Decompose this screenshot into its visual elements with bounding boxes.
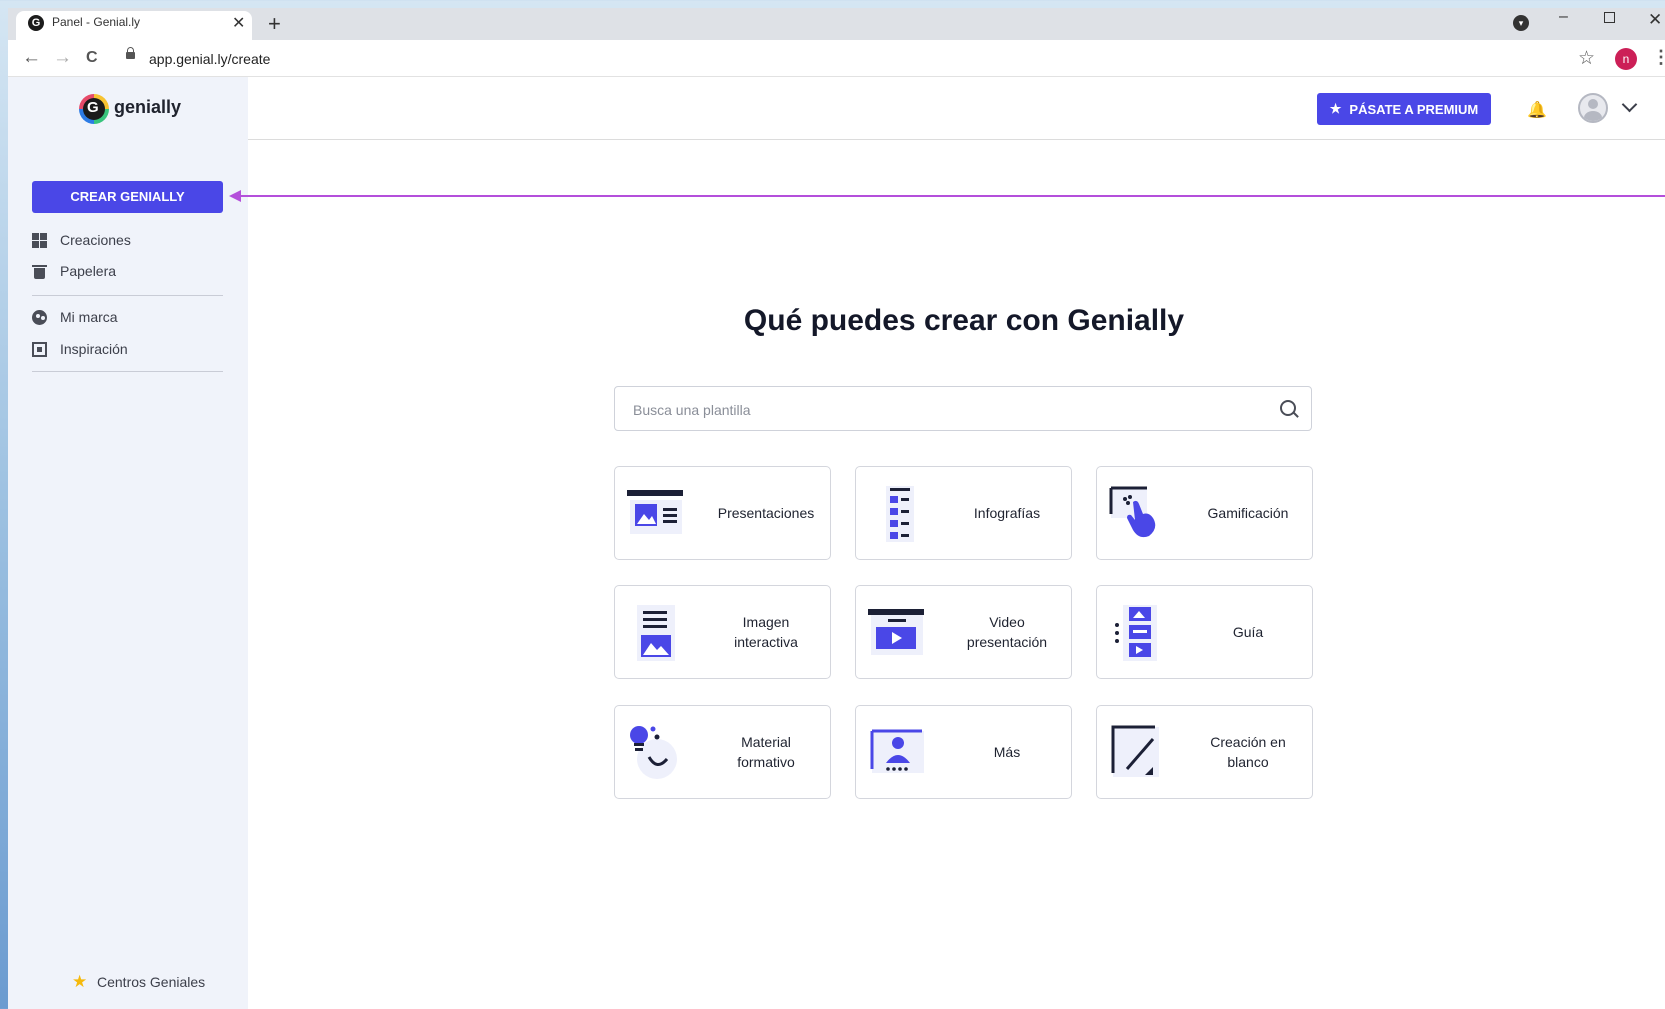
card-label: Video presentación bbox=[966, 614, 1048, 650]
tab-search-icon[interactable]: ▾ bbox=[1513, 15, 1529, 31]
card-presentaciones[interactable]: Presentaciones bbox=[614, 466, 831, 560]
card-creacion-en-blanco[interactable]: Creación en blanco bbox=[1096, 705, 1313, 799]
card-guia[interactable]: Guía bbox=[1096, 585, 1313, 679]
browser-tabstrip bbox=[8, 8, 1665, 40]
infographic-icon bbox=[886, 486, 914, 542]
card-imagen-interactiva[interactable]: Imagen interactiva bbox=[614, 585, 831, 679]
tab-title: Panel - Genial.ly bbox=[52, 15, 141, 29]
close-window-button[interactable]: ✕ bbox=[1648, 10, 1662, 30]
card-label: Creación en blanco bbox=[1210, 734, 1286, 770]
logo-text[interactable]: genially bbox=[114, 97, 181, 118]
annotation-arrow bbox=[238, 195, 1665, 197]
reload-button[interactable]: C bbox=[86, 49, 98, 67]
sidebar-item-label: Mi marca bbox=[60, 309, 118, 325]
sidebar-item-creaciones[interactable]: Creaciones bbox=[32, 230, 131, 250]
restore-window-button[interactable] bbox=[1604, 12, 1615, 23]
card-label: Gamificación bbox=[1207, 505, 1289, 521]
card-gamificacion[interactable]: Gamificación bbox=[1096, 466, 1313, 560]
training-material-icon bbox=[630, 726, 677, 779]
gamification-icon bbox=[1109, 486, 1156, 538]
lock-icon[interactable] bbox=[126, 47, 135, 59]
annotation-arrow-head bbox=[229, 190, 241, 202]
card-label: Más bbox=[993, 744, 1021, 760]
search-input[interactable] bbox=[631, 397, 1255, 423]
more-icon bbox=[870, 729, 924, 773]
sidebar-item-papelera[interactable]: Papelera bbox=[32, 261, 116, 281]
card-video-presentacion[interactable]: Video presentación bbox=[855, 585, 1072, 679]
genially-favicon-icon: G bbox=[28, 15, 44, 31]
grid-icon bbox=[32, 232, 47, 248]
star-icon: ★ bbox=[72, 972, 88, 991]
card-label: Material formativo bbox=[737, 734, 795, 770]
video-presentation-icon bbox=[868, 609, 924, 655]
page-title: Qué puedes crear con Genially bbox=[743, 304, 1185, 337]
sidebar-item-label: Creaciones bbox=[60, 232, 131, 248]
frame-icon bbox=[32, 341, 47, 357]
forward-button[interactable]: → bbox=[53, 47, 72, 69]
minimize-window-button[interactable]: – bbox=[1559, 8, 1568, 26]
card-label: Guía bbox=[1232, 624, 1264, 640]
star-icon: ★ bbox=[1329, 101, 1342, 116]
premium-button[interactable]: ★ PÁSATE A PREMIUM bbox=[1317, 93, 1491, 125]
bell-icon[interactable]: 🔔 bbox=[1527, 100, 1547, 120]
card-label: Infografías bbox=[973, 505, 1041, 521]
presentation-icon bbox=[627, 490, 683, 534]
centros-geniales-link[interactable]: Centros Geniales bbox=[97, 974, 205, 990]
palette-icon bbox=[32, 309, 47, 325]
template-search[interactable] bbox=[614, 386, 1312, 431]
card-mas[interactable]: Más bbox=[855, 705, 1072, 799]
create-genially-button[interactable]: CREAR GENIALLY bbox=[32, 181, 223, 213]
trash-icon bbox=[32, 264, 47, 279]
address-bar[interactable]: app.genial.ly/create bbox=[149, 51, 270, 67]
tab-close-icon[interactable]: ✕ bbox=[232, 13, 245, 33]
bookmark-star-icon[interactable]: ☆ bbox=[1578, 47, 1595, 70]
back-button[interactable]: ← bbox=[22, 47, 41, 69]
guide-icon bbox=[1115, 605, 1157, 661]
profile-avatar[interactable]: n bbox=[1615, 48, 1637, 70]
premium-button-label: PÁSATE A PREMIUM bbox=[1349, 101, 1479, 117]
card-infografias[interactable]: Infografías bbox=[855, 466, 1072, 560]
sidebar-divider bbox=[32, 371, 223, 372]
card-label: Imagen interactiva bbox=[734, 614, 798, 650]
card-label: Presentaciones bbox=[717, 505, 815, 521]
sidebar-item-mi-marca[interactable]: Mi marca bbox=[32, 307, 118, 327]
new-tab-button[interactable]: + bbox=[268, 11, 281, 37]
blank-creation-icon bbox=[1111, 725, 1159, 777]
sidebar-item-label: Papelera bbox=[60, 263, 117, 279]
sidebar bbox=[8, 77, 248, 1009]
interactive-image-icon bbox=[637, 605, 675, 661]
user-avatar[interactable] bbox=[1578, 93, 1608, 123]
logo-letter: G bbox=[87, 99, 99, 116]
sidebar-divider bbox=[32, 295, 223, 296]
card-material-formativo[interactable]: Material formativo bbox=[614, 705, 831, 799]
search-icon[interactable] bbox=[1280, 400, 1296, 416]
sidebar-item-label: Inspiración bbox=[60, 341, 128, 357]
header-divider bbox=[248, 139, 1665, 140]
sidebar-item-inspiracion[interactable]: Inspiración bbox=[32, 339, 128, 359]
browser-menu-icon[interactable]: ⋮ bbox=[1652, 47, 1665, 68]
